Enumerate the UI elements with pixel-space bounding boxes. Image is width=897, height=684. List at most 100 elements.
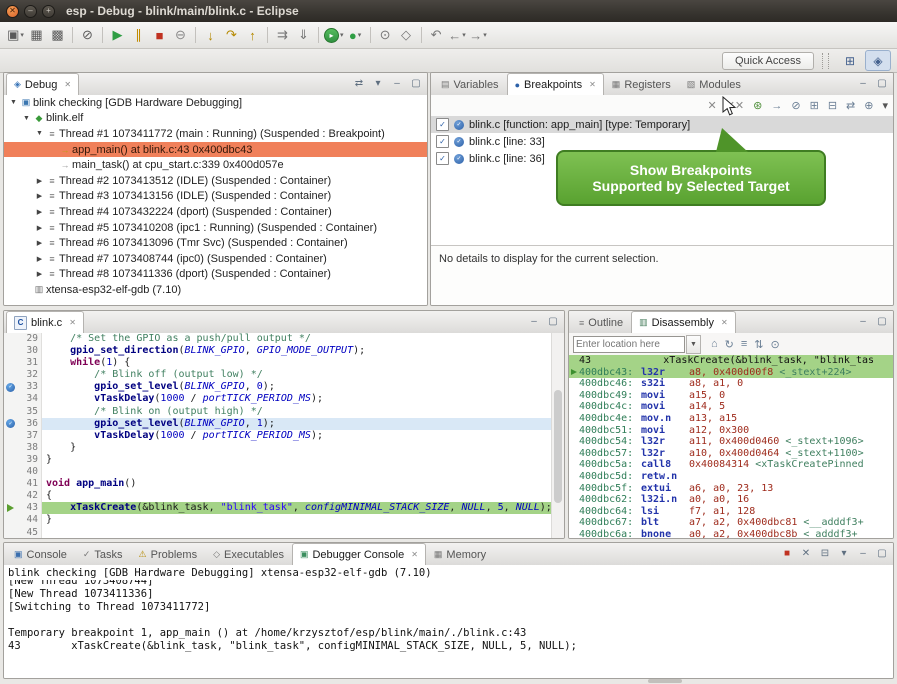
tab-variables[interactable]: ▤Variables [433,73,507,95]
tab-blink-c[interactable]: Cblink.c✕ [6,311,84,333]
disassembly-line[interactable]: 400dbc46:s32ia8, a1, 0 [569,378,893,390]
tab-breakpoints[interactable]: ●Breakpoints✕ [507,73,604,95]
tab-outline[interactable]: ≡Outline [571,311,631,333]
maximize-button[interactable]: ▢ [875,546,889,561]
minimize-button[interactable]: – [390,76,404,91]
tree-item-thread-8-1073411336-dp[interactable]: ▶≡Thread #8 1073411336 (dport) (Suspende… [4,267,427,283]
add-breakpoint-button[interactable]: ⊕ [864,99,873,112]
console-output[interactable]: blink checking [GDB Hardware Debugging] … [4,565,893,678]
code-line[interactable]: 44} [4,514,552,526]
tree-item-thread-2-1073413512-id[interactable]: ▶≡Thread #2 1073413512 (IDLE) (Suspended… [4,173,427,189]
drop-to-frame-button[interactable]: ⇓ [294,25,313,45]
code-line[interactable]: 39} [4,454,552,466]
minimize-window-button[interactable]: – [24,5,37,18]
link-with-debug-view-button[interactable]: ⇄ [846,99,855,112]
marker-gutter[interactable] [4,502,17,514]
tab-debug[interactable]: ◈Debug✕ [6,73,79,95]
marker-gutter[interactable]: ✓ [4,418,17,430]
maximize-button[interactable]: ▢ [875,76,889,91]
tab-registers[interactable]: ▦Registers [604,73,679,95]
close-window-button[interactable]: ✕ [6,5,19,18]
close-tab-icon[interactable]: ✕ [589,80,596,89]
track-expression-button[interactable]: ⊙ [771,338,780,351]
tree-item-thread-6-1073413096-tm[interactable]: ▶≡Thread #6 1073413096 (Tmr Svc) (Suspen… [4,235,427,251]
maximize-window-button[interactable]: + [42,5,55,18]
last-edit-location-button[interactable]: ↶ [427,25,446,45]
back-button[interactable]: ←▾ [448,25,467,45]
tree-item-thread-3-1073413156-id[interactable]: ▶≡Thread #3 1073413156 (IDLE) (Suspended… [4,189,427,205]
view-menu-button[interactable]: ▾ [882,99,888,112]
search-button[interactable]: ⊙ [376,25,395,45]
tab-tasks[interactable]: ✓Tasks [75,543,131,565]
disassembly-line[interactable]: 400dbc51:movia12, 0x300 [569,425,893,437]
run-button[interactable]: ▸▾ [324,25,344,45]
disassembly-line[interactable]: 400dbc5a:call80x40084314 <xTaskCreatePin… [569,459,893,471]
marker-gutter[interactable] [4,442,17,454]
marker-gutter[interactable] [4,406,17,418]
save-all-button[interactable]: ▩ [48,25,67,45]
maximize-button[interactable]: ▢ [546,314,560,329]
tree-item-blink-checking-gdb-hard[interactable]: ▼▣blink checking [GDB Hardware Debugging… [4,95,427,111]
remove-launch-button[interactable]: ✕ [799,546,813,561]
quick-access-button[interactable]: Quick Access [722,52,814,70]
tab-console[interactable]: ▣Console [6,543,75,565]
remove-breakpoint-button[interactable]: ✕ [708,99,717,112]
code-line[interactable]: 29 /* Set the GPIO as a push/pull output… [4,333,552,345]
code-line[interactable]: 41void app_main() [4,478,552,490]
disassembly-line[interactable]: 400dbc49:movia15, 0 [569,390,893,402]
tab-problems[interactable]: ⚠Problems [131,543,206,565]
marker-gutter[interactable] [4,478,17,490]
new-wizard-button[interactable]: ▣▾ [6,25,25,45]
code-line[interactable]: 42{ [4,490,552,502]
tab-executables[interactable]: ◇Executables [205,543,292,565]
debug-perspective-button[interactable]: ◈ [865,50,891,71]
breakpoint-row[interactable]: ✓✓blink.c [line: 33] [431,133,893,150]
refresh-button[interactable]: ↻ [725,338,734,351]
code-line[interactable]: 38 } [4,442,552,454]
close-tab-icon[interactable]: ✕ [721,318,728,327]
marker-gutter[interactable] [4,333,17,345]
tree-item-main-task-at-cpu-start[interactable]: →main_task() at cpu_start.c:339 0x400d05… [4,157,427,173]
save-button[interactable]: ▦ [27,25,46,45]
marker-gutter[interactable] [4,393,17,405]
code-line[interactable]: 43 xTaskCreate(&blink_task, "blink_task"… [4,502,552,514]
disassembly-line[interactable]: 400dbc54:l32ra11, 0x400d0460 <_stext+109… [569,436,893,448]
disassembly-line[interactable]: 400dbc5f:extuia6, a0, 23, 13 [569,483,893,495]
disassembly-line[interactable]: 400dbc43:l32ra8, 0x400d00f8 <_stext+224> [569,367,893,379]
step-into-button[interactable]: ↓ [201,25,220,45]
code-line[interactable]: 37 vTaskDelay(1000 / portTICK_PERIOD_MS)… [4,430,552,442]
expand-all-button[interactable]: ⊞ [810,99,819,112]
minimize-button[interactable]: – [527,314,541,329]
skip-all-breakpoints-button[interactable]: ⊘ [78,25,97,45]
marker-gutter[interactable] [4,430,17,442]
tree-item-thread-5-1073410208-ip[interactable]: ▶≡Thread #5 1073410208 (ipc1 : Running) … [4,220,427,236]
minimize-button[interactable]: – [856,546,870,561]
resume-button[interactable]: ▶ [108,25,127,45]
marker-gutter[interactable] [4,466,17,478]
tree-item-app-main-at-blink-c-43[interactable]: →app_main() at blink.c:43 0x400dbc43 [4,142,427,158]
open-perspective-button[interactable]: ⊞ [837,50,863,71]
close-tab-icon[interactable]: ✕ [411,550,418,559]
view-menu-button[interactable]: ▾ [371,76,385,91]
tab-modules[interactable]: ▧Modules [679,73,749,95]
code-editor[interactable]: 29 /* Set the GPIO as a push/pull output… [4,333,552,538]
location-input[interactable] [573,336,685,353]
disassembly-line[interactable]: 400dbc4e:mov.na13, a15 [569,413,893,425]
marker-gutter[interactable] [4,527,17,539]
breakpoint-row[interactable]: ✓✓blink.c [function: app_main] [type: Te… [431,116,893,133]
maximize-button[interactable]: ▢ [875,314,889,329]
clear-console-button[interactable]: ⊟ [818,546,832,561]
home-button[interactable]: ⌂ [711,338,718,351]
tree-item-blink-elf[interactable]: ▼◆blink.elf [4,111,427,127]
code-line[interactable]: 32 /* Blink off (output low) */ [4,369,552,381]
breakpoint-checkbox[interactable]: ✓ [436,152,449,165]
disassembly-line[interactable]: 400dbc62:l32i.na0, a0, 16 [569,494,893,506]
disassembly-line[interactable]: 400dbc57:l32ra10, 0x400d0464 <_stext+110… [569,448,893,460]
go-to-file-button[interactable]: → [771,100,782,112]
disassembly-line[interactable]: 43 xTaskCreate(&blink_task, "blink_tas [569,355,893,367]
marker-gutter[interactable] [4,454,17,466]
code-line[interactable]: 35 /* Blink on (output high) */ [4,406,552,418]
code-line[interactable]: 40 [4,466,552,478]
collapse-all-button[interactable]: ⊟ [828,99,837,112]
code-line[interactable]: 34 vTaskDelay(1000 / portTICK_PERIOD_MS)… [4,393,552,405]
